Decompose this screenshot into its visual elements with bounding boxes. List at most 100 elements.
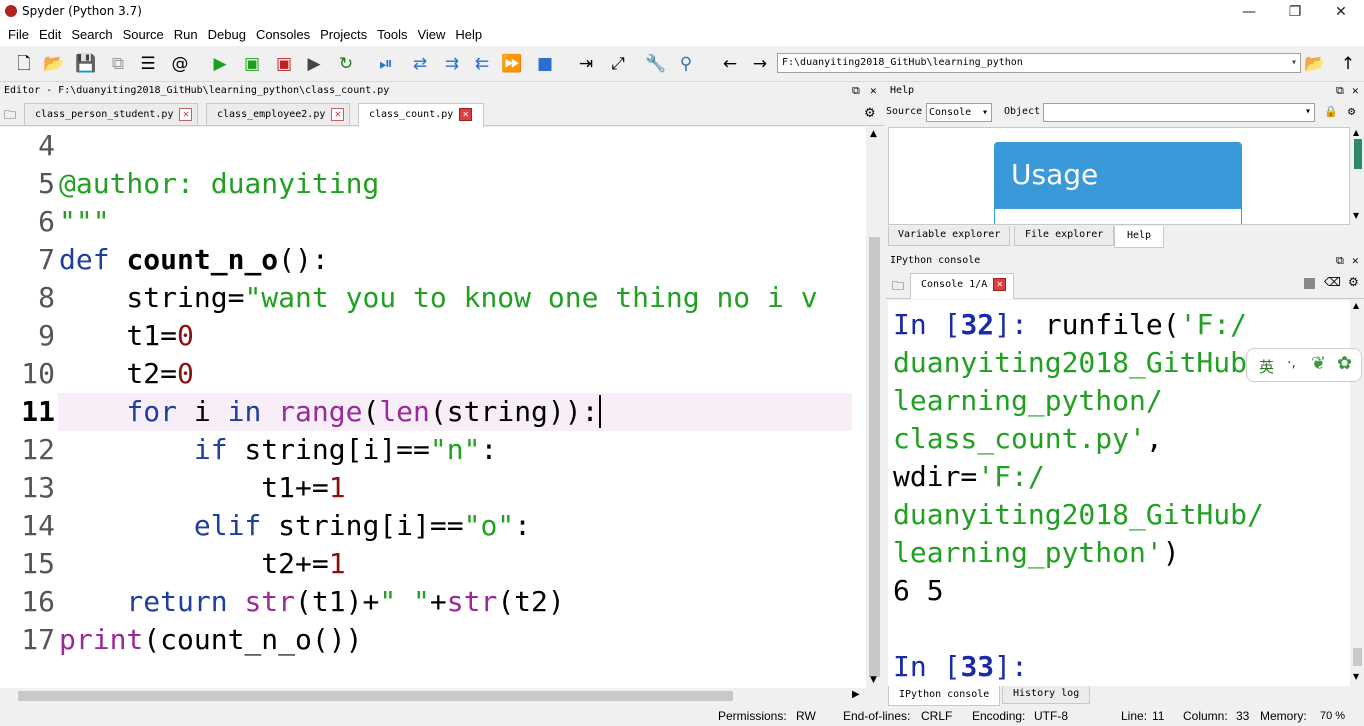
- maximize-button[interactable]: ❐: [1272, 1, 1318, 23]
- scroll-up-icon[interactable]: ▲: [1353, 128, 1359, 137]
- editor-horizontal-scrollbar[interactable]: ▶: [0, 688, 866, 704]
- tab-class-employee2[interactable]: class_employee2.py ✕: [206, 103, 350, 125]
- scroll-right-icon[interactable]: ▶: [852, 689, 860, 700]
- step-icon[interactable]: ⇄: [408, 53, 432, 75]
- console-pane-header: IPython console ⧉ ✕: [886, 252, 1364, 270]
- browse-folder-icon[interactable]: 📂: [1303, 53, 1327, 75]
- lock-icon[interactable]: 🔒: [1324, 105, 1338, 118]
- line-number: 15: [21, 547, 55, 580]
- close-window-button[interactable]: ✕: [1318, 1, 1364, 23]
- code-editor[interactable]: 4 5 6 7 8 9 10 11 12 13 14 15 16 17 @aut…: [0, 127, 866, 688]
- continue-icon[interactable]: ⏩: [500, 53, 524, 75]
- debug-icon[interactable]: ⏯: [374, 53, 398, 75]
- scroll-up-icon[interactable]: ▲: [1353, 301, 1359, 310]
- close-pane-icon[interactable]: ✕: [1352, 82, 1359, 100]
- line-number: 13: [21, 471, 55, 504]
- tab-history-log[interactable]: History log: [1002, 686, 1091, 704]
- usage-body: [994, 208, 1242, 224]
- tab-ipython-console[interactable]: IPython console: [888, 686, 1001, 706]
- menu-projects[interactable]: Projects: [315, 24, 372, 46]
- gear-icon[interactable]: ⚙: [864, 106, 876, 121]
- scroll-down-icon[interactable]: ▼: [1353, 672, 1359, 681]
- forward-arrow-icon[interactable]: →: [748, 53, 772, 75]
- undock-icon[interactable]: ⧉: [852, 82, 860, 100]
- new-file-icon[interactable]: 🗋: [12, 53, 36, 75]
- save-all-icon[interactable]: ⧉: [106, 53, 130, 75]
- back-arrow-icon[interactable]: ←: [718, 53, 742, 75]
- editor-vertical-scrollbar[interactable]: ▲ ▼: [866, 127, 884, 688]
- tab-variable-explorer[interactable]: Variable explorer: [888, 226, 1011, 246]
- undock-icon[interactable]: ⧉: [1336, 252, 1344, 270]
- tab-class-count[interactable]: class_count.py ✕: [358, 103, 484, 127]
- browse-tabs-icon[interactable]: 🗀: [892, 277, 904, 298]
- close-tab-icon[interactable]: ✕: [993, 277, 1007, 291]
- close-tab-icon[interactable]: ✕: [331, 107, 345, 121]
- menu-search[interactable]: Search: [66, 24, 117, 46]
- tab-label: class_employee2.py: [217, 109, 326, 120]
- line-number: 12: [21, 433, 55, 466]
- scroll-down-icon[interactable]: ▼: [870, 675, 877, 685]
- tab-class-person-student[interactable]: class_person_student.py ✕: [24, 103, 198, 125]
- browse-tabs-icon[interactable]: 🗀: [4, 106, 16, 127]
- minimize-button[interactable]: —: [1226, 1, 1272, 23]
- help-vertical-scrollbar[interactable]: ▲ ▼: [1350, 127, 1364, 225]
- run-cell-advance-icon[interactable]: ▣: [272, 53, 296, 75]
- save-icon[interactable]: 💾: [74, 53, 98, 75]
- stop-icon[interactable]: [1304, 278, 1315, 289]
- close-pane-icon[interactable]: ✕: [870, 82, 877, 100]
- menu-edit[interactable]: Edit: [34, 24, 66, 46]
- python-path-icon[interactable]: ⚲: [674, 53, 698, 75]
- scroll-down-icon[interactable]: ▼: [1353, 211, 1359, 220]
- console-output: 6 5: [893, 574, 944, 607]
- line-value: 11: [1152, 709, 1165, 723]
- scrollbar-thumb[interactable]: [1353, 648, 1362, 666]
- stop-debug-icon[interactable]: ■: [533, 53, 557, 75]
- tab-label: class_person_student.py: [35, 109, 174, 120]
- gear-icon[interactable]: ⚙: [1348, 275, 1359, 289]
- console-bottom-tabs: IPython console History log: [886, 686, 1364, 706]
- menu-run[interactable]: Run: [169, 24, 203, 46]
- run-selection-icon[interactable]: ▶: [302, 53, 326, 75]
- menu-help[interactable]: Help: [450, 24, 487, 46]
- run-icon[interactable]: ▶: [208, 53, 232, 75]
- ime-language-indicator[interactable]: 英: [1259, 356, 1274, 377]
- close-tab-icon[interactable]: ✕: [179, 107, 193, 121]
- menu-file[interactable]: File: [3, 24, 34, 46]
- undock-icon[interactable]: ⧉: [1336, 82, 1344, 100]
- scrollbar-thumb[interactable]: [1354, 139, 1362, 169]
- menu-consoles[interactable]: Consoles: [251, 24, 315, 46]
- rerun-icon[interactable]: ↻: [334, 53, 358, 75]
- ime-toolbar[interactable]: 英 ·, ❦ ✿: [1246, 348, 1362, 382]
- tab-help[interactable]: Help: [1114, 226, 1165, 248]
- tab-file-explorer[interactable]: File explorer: [1014, 226, 1115, 246]
- menu-debug[interactable]: Debug: [203, 24, 251, 46]
- tab-console-1a[interactable]: Console 1/A ✕: [910, 273, 1014, 299]
- line-number: 9: [38, 319, 55, 352]
- menu-source[interactable]: Source: [118, 24, 169, 46]
- scroll-up-icon[interactable]: ▲: [870, 129, 877, 139]
- working-directory-combo[interactable]: F:\duanyiting2018_GitHub\learning_python…: [777, 53, 1301, 73]
- source-select[interactable]: Console ▾: [926, 103, 992, 122]
- step-into-icon[interactable]: ⇉: [440, 53, 464, 75]
- eraser-icon[interactable]: ⌫: [1324, 275, 1341, 289]
- run-cell-icon[interactable]: ▣: [240, 53, 264, 75]
- object-combo[interactable]: ▾: [1043, 103, 1315, 122]
- open-file-icon[interactable]: 📂: [42, 53, 66, 75]
- menu-view[interactable]: View: [412, 24, 450, 46]
- punctuation-icon[interactable]: ·,: [1287, 355, 1296, 371]
- fullscreen-icon[interactable]: ⤢: [606, 53, 630, 75]
- scrollbar-thumb[interactable]: [18, 691, 733, 701]
- step-return-icon[interactable]: ⇇: [470, 53, 494, 75]
- file-list-icon[interactable]: ☰: [136, 53, 160, 75]
- close-pane-icon[interactable]: ✕: [1352, 252, 1359, 270]
- code-line-17: print(count_n_o()): [59, 623, 363, 656]
- close-tab-icon[interactable]: ✕: [459, 107, 473, 121]
- scrollbar-thumb[interactable]: [869, 237, 880, 677]
- eol-label: End-of-lines:: [843, 709, 911, 723]
- at-symbol-icon[interactable]: @: [168, 53, 192, 75]
- maximize-pane-icon[interactable]: ⇥: [574, 53, 598, 75]
- preferences-wrench-icon[interactable]: 🔧: [644, 53, 668, 75]
- gear-icon[interactable]: ⚙: [1348, 104, 1355, 118]
- parent-dir-icon[interactable]: ↑: [1336, 53, 1360, 75]
- menu-tools[interactable]: Tools: [372, 24, 412, 46]
